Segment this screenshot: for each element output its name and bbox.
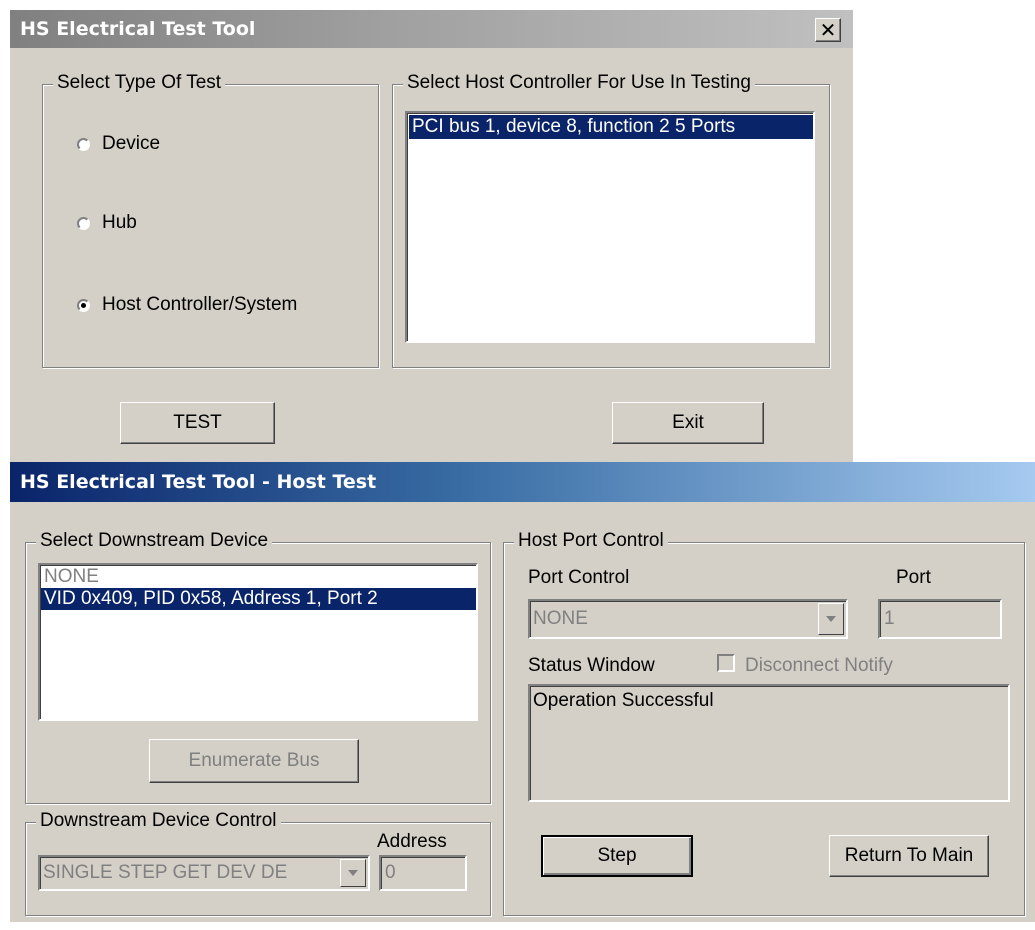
host-controller-legend: Select Host Controller For Use In Testin… [403,72,755,94]
radio-circle-icon [77,216,90,230]
return-to-main-label: Return To Main [844,845,974,866]
dropdown-arrow-icon[interactable] [340,859,366,887]
address-field[interactable]: 0 [379,855,467,891]
exit-button-label: Exit [672,412,704,433]
enumerate-bus-label: Enumerate Bus [188,750,320,771]
radio-hub-label: Hub [102,212,137,233]
triangle-down-icon [348,870,358,876]
device-control-legend: Downstream Device Control [36,810,281,832]
main-window-title: HS Electrical Test Tool [20,18,256,40]
downstream-device-list[interactable]: NONE VID 0x409, PID 0x58, Address 1, Por… [38,563,478,721]
disconnect-notify-label: Disconnect Notify [745,655,893,676]
dropdown-arrow-icon[interactable] [818,603,844,635]
port-control-dropdown-value: NONE [533,608,588,629]
test-type-legend: Select Type Of Test [53,72,226,94]
radio-selected-icon [77,298,90,312]
host-port-control-legend: Host Port Control [514,530,668,552]
main-window: HS Electrical Test Tool ✕ Select Type Of… [10,10,853,462]
device-control-group: Downstream Device Control Address SINGLE… [25,810,491,916]
close-button[interactable]: ✕ [815,18,841,42]
test-button[interactable]: TEST [120,402,275,444]
host-test-window: HS Electrical Test Tool - Host Test Sele… [10,462,1035,922]
list-item[interactable]: NONE [41,566,476,588]
radio-device[interactable]: Device [77,133,160,155]
port-field[interactable]: 1 [878,599,1002,639]
step-button-label: Step [597,845,637,866]
exit-button[interactable]: Exit [612,402,764,444]
address-value: 0 [385,862,396,883]
downstream-device-legend: Select Downstream Device [36,530,273,552]
port-control-label: Port Control [528,567,630,588]
disconnect-notify-checkbox[interactable] [717,654,735,672]
test-type-group: Select Type Of Test Device Hub Host Cont… [42,72,379,368]
device-control-dropdown[interactable]: SINGLE STEP GET DEV DE [38,855,370,891]
host-test-title-bar[interactable]: HS Electrical Test Tool - Host Test [10,462,1035,502]
host-port-control-group: Host Port Control Port Control Port NONE… [503,530,1025,916]
radio-device-label: Device [102,133,161,154]
device-control-dropdown-value: SINGLE STEP GET DEV DE [43,862,288,883]
radio-host-controller[interactable]: Host Controller/System [77,294,297,316]
step-button[interactable]: Step [541,835,693,877]
radio-host-controller-label: Host Controller/System [102,294,298,315]
enumerate-bus-button[interactable]: Enumerate Bus [149,739,359,783]
downstream-device-group: Select Downstream Device NONE VID 0x409,… [25,530,491,804]
host-test-window-title: HS Electrical Test Tool - Host Test [20,471,377,493]
close-icon: ✕ [819,18,837,42]
status-window-label: Status Window [528,655,655,676]
main-title-bar[interactable]: HS Electrical Test Tool ✕ [10,10,853,48]
host-controller-group: Select Host Controller For Use In Testin… [392,72,830,368]
list-item[interactable]: VID 0x409, PID 0x58, Address 1, Port 2 [41,588,476,610]
status-window: Operation Successful [528,684,1010,802]
port-value: 1 [884,608,895,629]
port-control-dropdown[interactable]: NONE [528,599,848,639]
host-controller-list[interactable]: PCI bus 1, device 8, function 2 5 Ports [405,111,815,343]
address-label: Address [377,831,447,852]
list-item[interactable]: PCI bus 1, device 8, function 2 5 Ports [409,115,813,139]
return-to-main-button[interactable]: Return To Main [829,835,989,877]
radio-hub[interactable]: Hub [77,212,137,234]
radio-circle-icon [77,137,90,151]
status-text: Operation Successful [533,690,714,711]
port-label: Port [896,567,931,588]
test-button-label: TEST [173,412,222,433]
triangle-down-icon [826,616,836,622]
